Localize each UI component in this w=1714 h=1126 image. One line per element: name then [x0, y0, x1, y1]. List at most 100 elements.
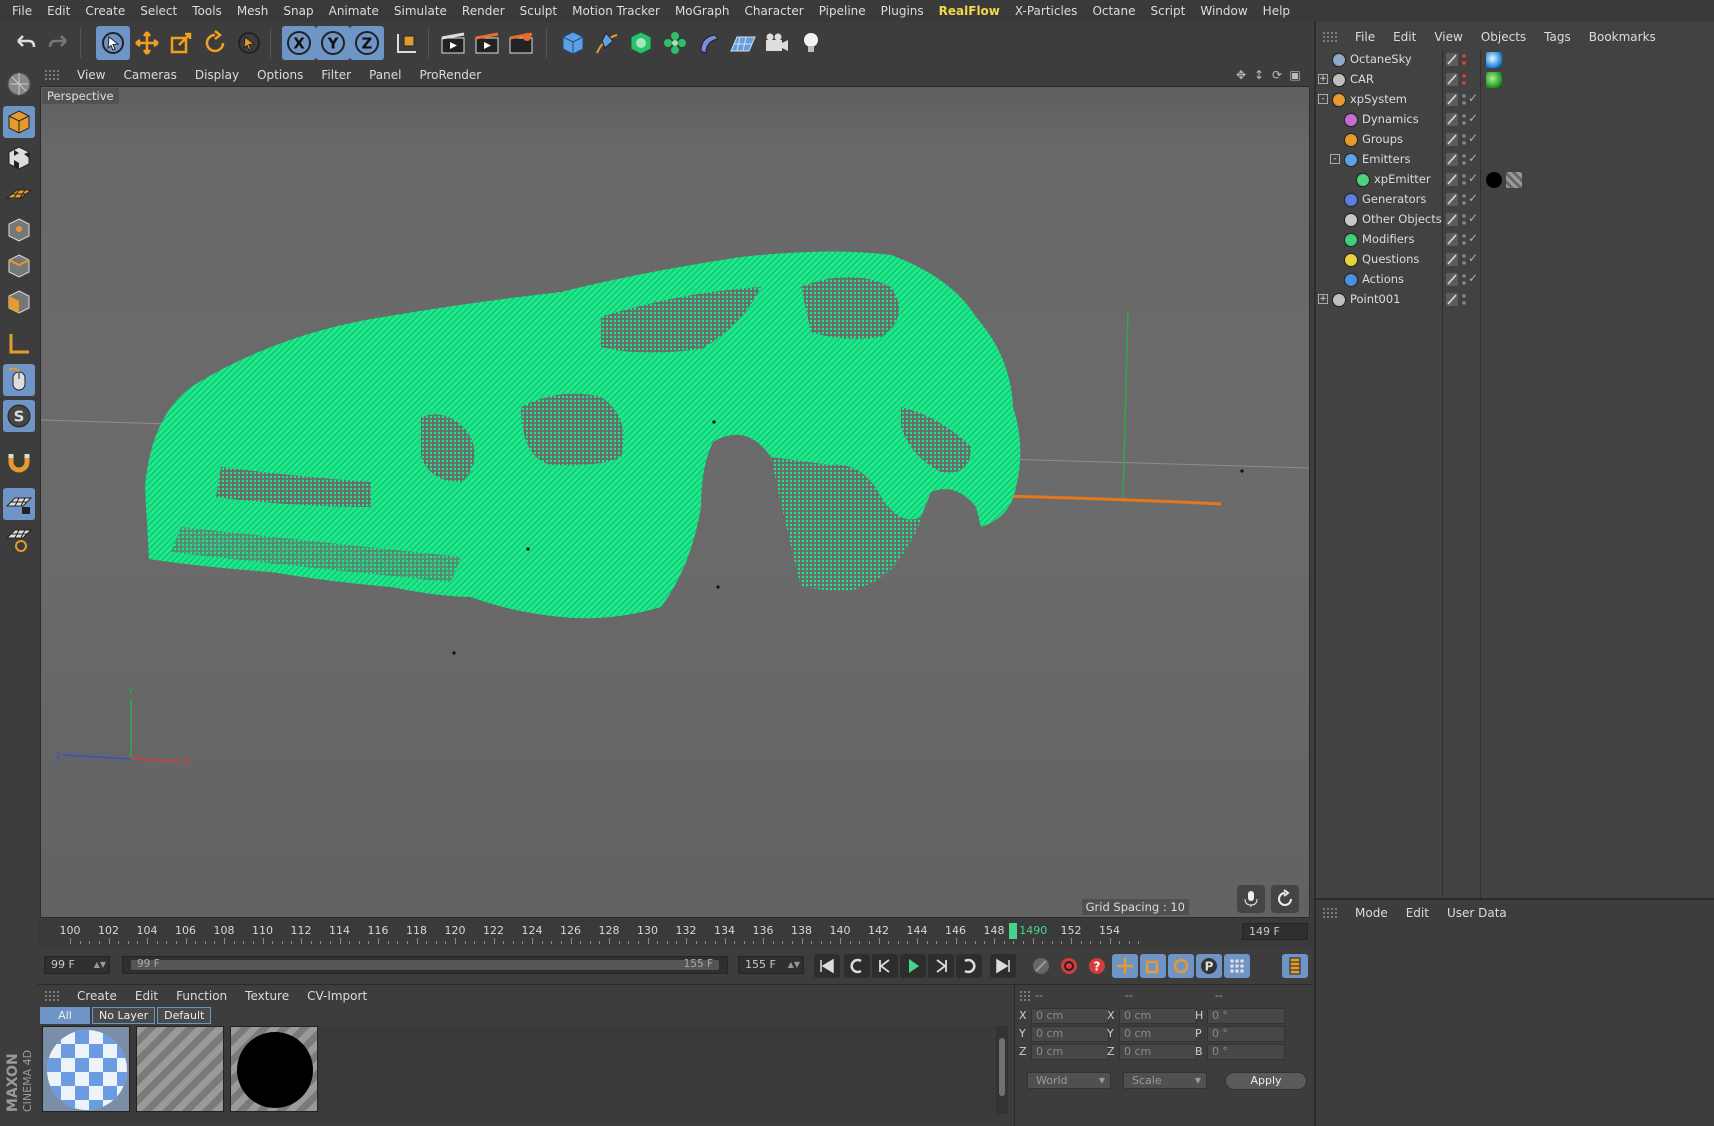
polygons-mode-button[interactable]: [3, 286, 35, 318]
z-axis-lock-button[interactable]: Z: [350, 26, 384, 60]
autokeying-button[interactable]: [1056, 954, 1082, 978]
recent-tool-button[interactable]: [232, 26, 266, 60]
enabled-check-icon[interactable]: ✓: [1468, 131, 1478, 145]
editor-render-dots-icon[interactable]: [1462, 53, 1466, 67]
material-menu-function[interactable]: Function: [167, 989, 236, 1003]
editor-render-dots-icon[interactable]: [1462, 233, 1466, 247]
menu-animate[interactable]: Animate: [323, 0, 388, 22]
object-manager-grip-handle[interactable]: [1322, 31, 1338, 43]
visibility-toggle-icon[interactable]: [1446, 53, 1458, 66]
scale-track-button[interactable]: [1140, 954, 1166, 978]
visibility-toggle-icon[interactable]: [1446, 93, 1458, 106]
coord-value-field[interactable]: 0 cm: [1119, 1008, 1197, 1024]
visibility-toggle-icon[interactable]: [1446, 253, 1458, 266]
y-axis-lock-button[interactable]: Y: [316, 26, 350, 60]
lock-workplane-button[interactable]: [3, 488, 35, 520]
expand-toggle-icon[interactable]: -: [1318, 94, 1328, 104]
previous-frame-button[interactable]: [872, 954, 898, 978]
timeline-layout-button[interactable]: [1282, 954, 1308, 978]
viewport-grip-handle[interactable]: [44, 69, 60, 81]
object-menu-file[interactable]: File: [1346, 30, 1384, 44]
material-striped-swatch[interactable]: [136, 1026, 224, 1112]
visibility-toggle-icon[interactable]: [1446, 273, 1458, 286]
edges-mode-button[interactable]: [3, 250, 35, 282]
object-row-emitters[interactable]: - Emitters ✓: [1316, 150, 1714, 170]
expand-toggle-icon[interactable]: +: [1318, 74, 1328, 84]
camera-button[interactable]: [760, 26, 794, 60]
material-checker-swatch[interactable]: [42, 1026, 130, 1112]
visibility-toggle-icon[interactable]: [1446, 133, 1458, 146]
perspective-viewport[interactable]: Y X Z Perspective Grid Spacing : 10: [40, 86, 1310, 918]
editor-render-dots-icon[interactable]: [1462, 153, 1466, 167]
render-settings-button[interactable]: [504, 26, 538, 60]
menu-snap[interactable]: Snap: [277, 0, 322, 22]
object-menu-edit[interactable]: Edit: [1384, 30, 1425, 44]
snap-button[interactable]: [3, 446, 35, 478]
enabled-check-icon[interactable]: ✓: [1468, 171, 1478, 185]
menu-select[interactable]: Select: [134, 0, 186, 22]
viewport-menu-panel[interactable]: Panel: [360, 68, 410, 82]
menu-create[interactable]: Create: [79, 0, 134, 22]
object-row-car[interactable]: + CAR: [1316, 70, 1714, 90]
coord-value-field[interactable]: 0 cm: [1031, 1008, 1109, 1024]
enabled-check-icon[interactable]: ✓: [1468, 91, 1478, 105]
object-row-other-objects[interactable]: Other Objects ✓: [1316, 210, 1714, 230]
material-grip-handle[interactable]: [44, 989, 60, 1002]
preview-range-slider[interactable]: 99 F 155 F: [122, 956, 728, 974]
material-tag-icon[interactable]: [1486, 72, 1502, 88]
expand-toggle-icon[interactable]: -: [1330, 154, 1340, 164]
visibility-toggle-icon[interactable]: [1446, 73, 1458, 86]
move-button[interactable]: [130, 26, 164, 60]
editor-render-dots-icon[interactable]: [1462, 173, 1466, 187]
menu-simulate[interactable]: Simulate: [388, 0, 456, 22]
viewport-menu-display[interactable]: Display: [186, 68, 248, 82]
coordinate-system-button[interactable]: [390, 26, 424, 60]
previous-key-button[interactable]: [844, 954, 870, 978]
object-row-groups[interactable]: Groups ✓: [1316, 130, 1714, 150]
zoom-icon[interactable]: ↕: [1252, 68, 1266, 82]
end-frame-field[interactable]: 155 F ▲▼: [738, 956, 804, 974]
points-mode-button[interactable]: [3, 214, 35, 246]
menu-script[interactable]: Script: [1145, 0, 1195, 22]
menu-window[interactable]: Window: [1194, 0, 1256, 22]
coord-value-field[interactable]: 0 °: [1207, 1008, 1285, 1024]
menu-pipeline[interactable]: Pipeline: [813, 0, 875, 22]
coord-value-field[interactable]: 0 cm: [1031, 1044, 1109, 1060]
keyframe-selection-button[interactable]: ?: [1084, 954, 1110, 978]
record-voice-button[interactable]: [1237, 885, 1265, 913]
texture-mode-button[interactable]: [3, 142, 35, 174]
object-row-questions[interactable]: Questions ✓: [1316, 250, 1714, 270]
go-to-end-button[interactable]: [990, 954, 1016, 978]
pen-spline-button[interactable]: [590, 26, 624, 60]
object-row-modifiers[interactable]: Modifiers ✓: [1316, 230, 1714, 250]
play-button[interactable]: [900, 954, 926, 978]
render-to-picture-viewer-button[interactable]: [470, 26, 504, 60]
editor-render-dots-icon[interactable]: [1462, 273, 1466, 287]
octane-sky-tag-icon[interactable]: [1486, 52, 1502, 68]
coord-value-field[interactable]: 0 cm: [1119, 1044, 1197, 1060]
menu-mesh[interactable]: Mesh: [231, 0, 278, 22]
coord-value-field[interactable]: 0 °: [1207, 1044, 1285, 1060]
point-level-track-button[interactable]: [1224, 954, 1250, 978]
visibility-toggle-icon[interactable]: [1446, 153, 1458, 166]
object-row-actions[interactable]: Actions ✓: [1316, 270, 1714, 290]
deformer-button[interactable]: [692, 26, 726, 60]
menu-mograph[interactable]: MoGraph: [669, 0, 739, 22]
timeline-ruler[interactable]: 100 102 104 106 108 110 112 114 116 118 120 122 124 1…: [38, 918, 1312, 946]
object-row-xpsystem[interactable]: - xpSystem ✓: [1316, 90, 1714, 110]
expand-toggle-icon[interactable]: +: [1318, 294, 1328, 304]
cloner-button[interactable]: [658, 26, 692, 60]
object-row-dynamics[interactable]: Dynamics ✓: [1316, 110, 1714, 130]
coord-value-field[interactable]: 0 °: [1207, 1026, 1285, 1042]
refresh-view-button[interactable]: [1271, 885, 1299, 913]
floor-button[interactable]: [726, 26, 760, 60]
editor-render-dots-icon[interactable]: [1462, 213, 1466, 227]
x-axis-lock-button[interactable]: X: [282, 26, 316, 60]
visibility-toggle-icon[interactable]: [1446, 113, 1458, 126]
enabled-check-icon[interactable]: ✓: [1468, 231, 1478, 245]
pan-icon[interactable]: ✥: [1234, 68, 1248, 82]
object-menu-view[interactable]: View: [1425, 30, 1471, 44]
enabled-check-icon[interactable]: ✓: [1468, 111, 1478, 125]
menu-render[interactable]: Render: [456, 0, 514, 22]
viewport-menu-filter[interactable]: Filter: [312, 68, 360, 82]
